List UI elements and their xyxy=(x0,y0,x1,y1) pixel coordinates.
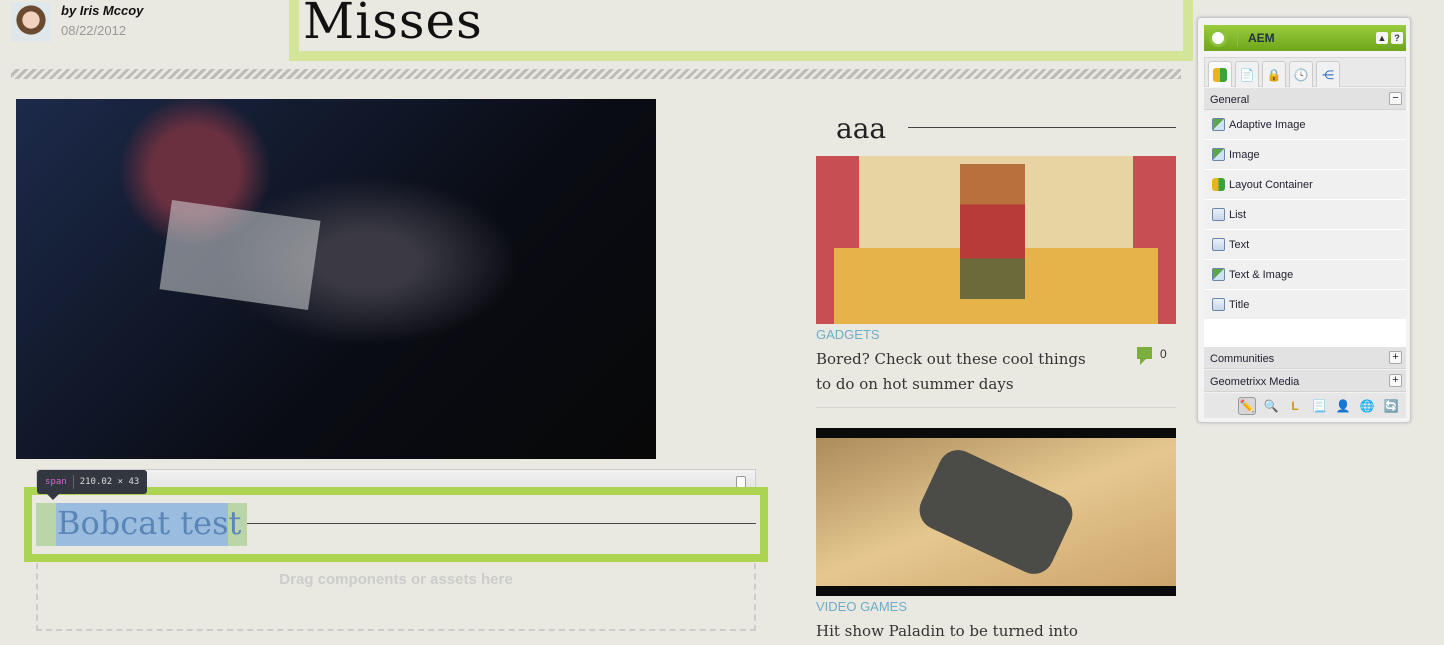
comment-count[interactable]: 0 xyxy=(1137,347,1167,365)
tooltip-arrow xyxy=(47,494,59,506)
component-layout-container[interactable]: Layout Container xyxy=(1204,170,1406,200)
clock-icon: 🕓 xyxy=(1293,67,1309,82)
sidebar-title-rule xyxy=(908,127,1176,128)
tooltip-separator xyxy=(72,475,74,489)
tooltip-size: 210.02 × 43 xyxy=(79,477,140,487)
image-icon xyxy=(1212,148,1225,161)
components-icon xyxy=(1213,67,1227,82)
section-label: General xyxy=(1210,94,1250,106)
component-title[interactable]: Title xyxy=(1204,290,1406,320)
page-title[interactable]: Misses xyxy=(303,0,483,50)
component-text-image[interactable]: Text & Image xyxy=(1204,260,1406,290)
component-text[interactable]: Text xyxy=(1204,230,1406,260)
component-label: Adaptive Image xyxy=(1229,118,1306,131)
globe-icon[interactable]: 🌐 xyxy=(1358,397,1376,415)
refresh-icon[interactable]: 🔄 xyxy=(1382,397,1400,415)
title-rule xyxy=(247,523,756,524)
header-separator xyxy=(1237,29,1238,47)
tab-workflow[interactable]: ⋲ xyxy=(1316,61,1340,87)
sidekick-title: AEM xyxy=(1248,31,1275,45)
component-image[interactable]: Image xyxy=(1204,140,1406,170)
hero-image[interactable] xyxy=(16,99,656,459)
title-icon xyxy=(1212,298,1225,311)
text-icon xyxy=(1212,238,1225,251)
drop-zone[interactable]: Drag components or assets here xyxy=(36,563,756,631)
article-image[interactable] xyxy=(816,156,1176,324)
article-divider xyxy=(816,407,1176,408)
lock-icon: 🔒 xyxy=(1266,67,1282,82)
section-label: Communities xyxy=(1210,353,1275,365)
blocks-icon xyxy=(1212,178,1225,191)
sidekick-footer: ✏️ 🔍 L 📃 👤 🌐 🔄 xyxy=(1204,393,1406,418)
collapse-icon[interactable]: − xyxy=(1389,92,1402,105)
article-headline[interactable]: Bored? Check out these cool things to do… xyxy=(816,347,1096,397)
inspector-tooltip: span 210.02 × 43 xyxy=(37,470,148,494)
publish-date: 08/22/2012 xyxy=(61,23,127,38)
tab-page[interactable]: 📄 xyxy=(1235,61,1259,87)
page-icon: 📄 xyxy=(1239,67,1255,82)
tab-components[interactable] xyxy=(1208,61,1232,87)
article-image[interactable] xyxy=(816,428,1176,596)
component-adaptive-image[interactable]: Adaptive Image xyxy=(1204,110,1406,140)
section-general[interactable]: General − xyxy=(1204,88,1406,110)
text-image-icon xyxy=(1212,268,1225,281)
component-list[interactable]: List xyxy=(1204,200,1406,230)
aem-sidekick: AEM ▲ ? 📄 🔒 🕓 ⋲ General − Adaptive Image … xyxy=(1197,17,1411,423)
collapse-button[interactable]: ▲ xyxy=(1376,32,1388,44)
component-label: List xyxy=(1229,208,1247,221)
pencil-icon[interactable]: ✏️ xyxy=(1238,396,1256,415)
tab-lock[interactable]: 🔒 xyxy=(1262,61,1286,87)
comment-count-value: 0 xyxy=(1160,347,1167,361)
article-category[interactable]: GADGETS xyxy=(816,327,880,342)
user-icon[interactable]: 👤 xyxy=(1334,397,1352,415)
author-byline: by Iris Mccoy xyxy=(61,3,144,18)
sidekick-tabs: 📄 🔒 🕓 ⋲ xyxy=(1204,57,1406,87)
section-geometrixx-media[interactable]: Geometrixx Media + xyxy=(1204,370,1406,392)
divider xyxy=(11,69,1181,79)
sitemap-icon: ⋲ xyxy=(1322,67,1334,82)
component-label: Title xyxy=(1229,298,1250,311)
avatar xyxy=(11,2,51,42)
sidebar-title: aaa xyxy=(836,112,887,145)
comment-icon xyxy=(1137,347,1152,365)
component-label: Layout Container xyxy=(1229,178,1313,191)
document-icon[interactable]: 📃 xyxy=(1310,397,1328,415)
component-label: Text & Image xyxy=(1229,268,1294,281)
tooltip-tag: span xyxy=(45,477,67,487)
ruler-icon[interactable]: L xyxy=(1286,397,1304,415)
component-list: Adaptive Image Image Layout Container Li… xyxy=(1204,110,1406,348)
component-label: Text xyxy=(1229,238,1250,251)
article-headline[interactable]: Hit show Paladin to be turned into xyxy=(816,619,1176,644)
expand-icon[interactable]: + xyxy=(1389,351,1402,364)
image-icon xyxy=(1212,118,1225,131)
component-title[interactable]: Bobcat test xyxy=(57,504,241,542)
aem-logo-icon xyxy=(1209,29,1227,47)
magnifier-icon[interactable]: 🔍 xyxy=(1262,397,1280,415)
tab-versioning[interactable]: 🕓 xyxy=(1289,61,1313,87)
article-category[interactable]: VIDEO GAMES xyxy=(816,599,907,614)
section-communities[interactable]: Communities + xyxy=(1204,347,1406,369)
help-button[interactable]: ? xyxy=(1391,32,1403,44)
sidekick-header[interactable]: AEM ▲ ? xyxy=(1204,25,1406,51)
list-icon xyxy=(1212,208,1225,221)
component-label: Image xyxy=(1229,148,1260,161)
expand-icon[interactable]: + xyxy=(1389,374,1402,387)
section-label: Geometrixx Media xyxy=(1210,376,1300,388)
